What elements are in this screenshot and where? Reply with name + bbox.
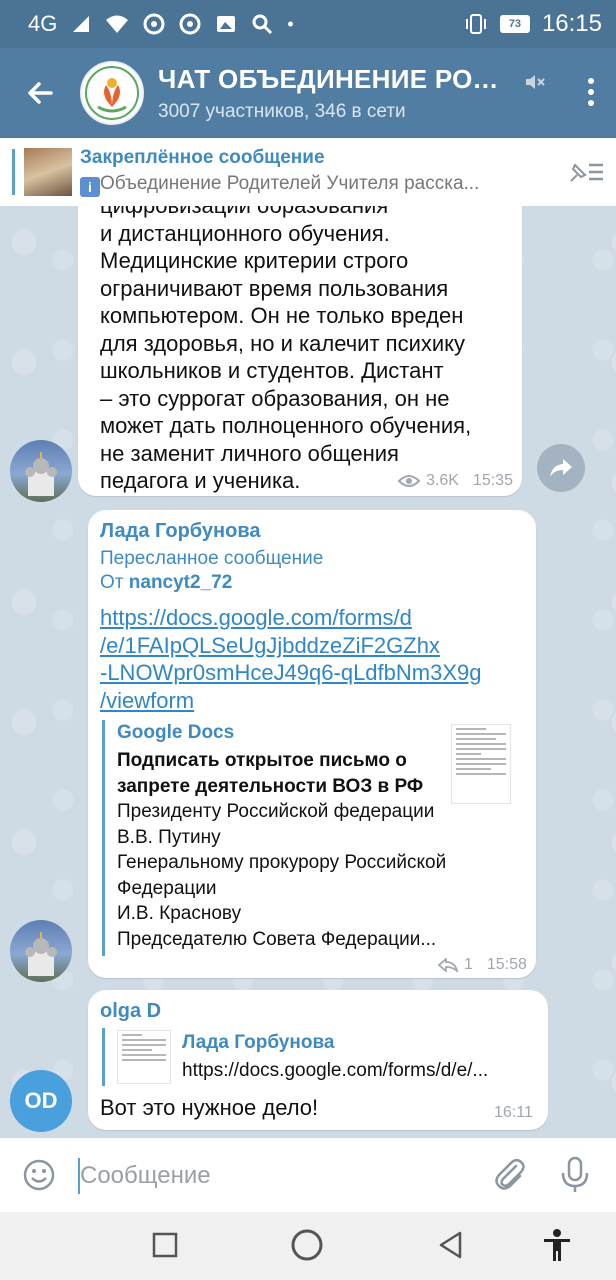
- chat-title[interactable]: ЧАТ ОБЪЕДИНЕНИЕ РОДИ...: [158, 64, 508, 95]
- paperclip-icon: [495, 1159, 525, 1190]
- message-meta: 3.6K 15:35: [398, 472, 513, 490]
- message-meta: 1 15:58: [438, 956, 527, 974]
- square-icon: [152, 1232, 178, 1258]
- pinned-text: i Объединение Родителей Учителя расска...: [80, 173, 550, 197]
- forwarded-from: От nancyt2_72: [100, 572, 233, 593]
- sender-name[interactable]: Лада Горбунова: [100, 520, 260, 543]
- user-avatar[interactable]: [10, 440, 72, 502]
- accessibility-button[interactable]: [542, 1228, 572, 1267]
- message-list[interactable]: цифровизации образования и дистанционног…: [0, 206, 616, 1138]
- preview-thumbnail: [451, 724, 511, 804]
- chrome-icon: [143, 13, 165, 35]
- reply-preview[interactable]: Лада Горбунова https://docs.google.com/f…: [102, 1028, 534, 1086]
- view-count: 3.6K: [426, 472, 459, 489]
- home-button[interactable]: [290, 1228, 324, 1267]
- dot-icon: •: [287, 13, 294, 34]
- message-text: цифровизации образования и дистанционног…: [100, 206, 472, 493]
- chrome-icon: [179, 13, 201, 35]
- church-icon: [25, 452, 57, 496]
- reply-count[interactable]: 1: [464, 956, 473, 974]
- signal-icon: [73, 16, 90, 32]
- message-composer: [0, 1138, 616, 1212]
- unpin-button[interactable]: [556, 159, 616, 185]
- message-time: 15:35: [472, 472, 513, 489]
- voice-button[interactable]: [560, 1156, 590, 1199]
- link-preview[interactable]: Google Docs Подписать открытое письмо о …: [102, 720, 522, 956]
- forwarded-from-user[interactable]: nancyt2_72: [129, 572, 233, 593]
- chat-header: ЧАТ ОБЪЕДИНЕНИЕ РОДИ... 3007 участников,…: [0, 48, 616, 138]
- reply-thumbnail: [117, 1030, 171, 1084]
- reply-text: https://docs.google.com/forms/d/e/...: [182, 1060, 489, 1081]
- message-text: Вот это нужное дело!: [100, 1095, 319, 1120]
- pinned-title: Закреплённое сообщение: [80, 147, 325, 168]
- chat-avatar[interactable]: [80, 61, 144, 125]
- reply-count-icon: [438, 958, 458, 972]
- image-icon: [217, 16, 236, 32]
- network-type: 4G: [28, 11, 58, 36]
- battery-icon: 73: [499, 15, 530, 33]
- sender-name[interactable]: olga D: [100, 1000, 161, 1023]
- info-icon: i: [80, 177, 100, 197]
- share-button[interactable]: [537, 444, 585, 492]
- eye-icon: [398, 475, 420, 487]
- user-avatar[interactable]: OD: [10, 1070, 72, 1132]
- system-nav-bar: [0, 1212, 616, 1280]
- more-menu-button[interactable]: [588, 78, 594, 106]
- message-time: 16:11: [494, 1104, 533, 1121]
- message-time: 15:58: [486, 956, 527, 973]
- logo-icon: [85, 66, 139, 120]
- triangle-back-icon: [439, 1231, 462, 1259]
- message-bubble[interactable]: olga D Лада Горбунова https://docs.googl…: [88, 990, 548, 1130]
- circle-icon: [291, 1229, 323, 1261]
- message-input[interactable]: [78, 1158, 458, 1194]
- message-bubble[interactable]: цифровизации образования и дистанционног…: [78, 206, 522, 496]
- preview-description: Президенту Российской федерации В.В. Пут…: [117, 801, 447, 950]
- share-arrow-icon: [550, 459, 572, 477]
- pinned-indicator: [12, 149, 15, 195]
- search-icon: [252, 14, 273, 35]
- back-nav-button[interactable]: [438, 1230, 464, 1265]
- arrow-left-icon: [28, 82, 53, 104]
- reply-author: Лада Горбунова: [182, 1032, 335, 1053]
- user-avatar[interactable]: [10, 920, 72, 982]
- church-icon: [25, 932, 57, 976]
- message-link[interactable]: https://docs.google.com/forms/d /e/1FAIp…: [100, 604, 530, 714]
- pin-list-icon: [570, 163, 603, 182]
- microphone-icon: [561, 1156, 589, 1192]
- vibrate-icon: [465, 14, 486, 34]
- message-bubble[interactable]: Лада Горбунова Пересланное сообщение От …: [88, 510, 536, 978]
- emoji-button[interactable]: [22, 1158, 56, 1197]
- message-meta: 16:11: [494, 1104, 533, 1122]
- recents-button[interactable]: [152, 1232, 178, 1263]
- status-bar: 4G • 73 16:15: [0, 0, 616, 48]
- forwarded-label: Пересланное сообщение: [100, 548, 324, 569]
- pinned-thumbnail: [24, 148, 72, 196]
- wifi-icon: [106, 15, 129, 33]
- chat-subtitle: 3007 участников, 346 в сети: [158, 100, 406, 122]
- attach-button[interactable]: [492, 1156, 528, 1199]
- back-button[interactable]: [0, 48, 80, 138]
- pinned-message-bar[interactable]: Закреплённое сообщение i Объединение Роди…: [0, 138, 616, 206]
- accessibility-icon: [544, 1229, 570, 1261]
- mute-icon: [526, 75, 545, 89]
- emoji-icon: [23, 1159, 55, 1191]
- clock: 16:15: [541, 10, 602, 37]
